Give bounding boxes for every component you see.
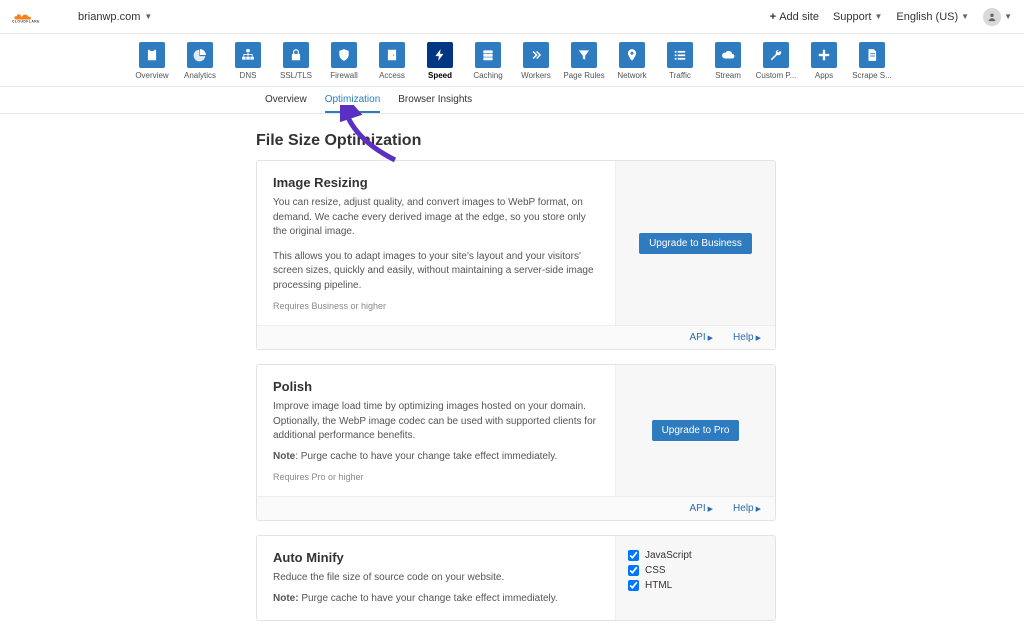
help-link[interactable]: Help▶: [733, 332, 761, 343]
nav-traffic[interactable]: Traffic: [659, 42, 701, 80]
db-icon: [475, 42, 501, 68]
shield-icon: [331, 42, 357, 68]
requires-label: Requires Business or higher: [273, 301, 599, 311]
nav-label: Workers: [515, 71, 557, 80]
nav-label: Firewall: [323, 71, 365, 80]
page-title: File Size Optimization: [256, 132, 776, 150]
triangle-right-icon: ▶: [708, 334, 713, 342]
card-title: Image Resizing: [273, 175, 599, 190]
nav-label: Access: [371, 71, 413, 80]
door-icon: [379, 42, 405, 68]
card-auto-minify: Auto Minify Reduce the file size of sour…: [256, 535, 776, 621]
lock-icon: [283, 42, 309, 68]
chevron-down-icon: ▼: [144, 12, 152, 21]
nav-label: DNS: [227, 71, 269, 80]
card-image-resizing: Image Resizing You can resize, adjust qu…: [256, 160, 776, 350]
nav-label: Stream: [707, 71, 749, 80]
help-link[interactable]: Help▶: [733, 503, 761, 514]
support-label: Support: [833, 11, 872, 23]
nav-stream[interactable]: Stream: [707, 42, 749, 80]
svg-text:CLOUDFLARE: CLOUDFLARE: [12, 20, 40, 24]
nav-dns[interactable]: DNS: [227, 42, 269, 80]
page-icon: [859, 42, 885, 68]
minify-css-checkbox[interactable]: CSS: [628, 565, 666, 576]
nav-label: Overview: [131, 71, 173, 80]
card-title: Polish: [273, 379, 599, 394]
card-polish: Polish Improve image load time by optimi…: [256, 364, 776, 521]
avatar-icon: [983, 8, 1001, 26]
cloud-icon: [715, 42, 741, 68]
site-name: brianwp.com: [78, 11, 140, 23]
tab-browser-insights[interactable]: Browser Insights: [398, 87, 472, 113]
upgrade-to-pro-button[interactable]: Upgrade to Pro: [652, 420, 740, 441]
chevron-down-icon: ▼: [874, 12, 882, 21]
bolt-icon: [427, 42, 453, 68]
nav-label: Analytics: [179, 71, 221, 80]
minify-js-checkbox[interactable]: JavaScript: [628, 550, 692, 561]
nav-network[interactable]: Network: [611, 42, 653, 80]
funnel-icon: [571, 42, 597, 68]
clipboard-icon: [139, 42, 165, 68]
minify-html-checkbox[interactable]: HTML: [628, 580, 672, 591]
nav-caching[interactable]: Caching: [467, 42, 509, 80]
card-description: Reduce the file size of source code on y…: [273, 571, 599, 586]
add-site-label: Add site: [779, 11, 819, 23]
nav-label: Custom P...: [755, 71, 797, 80]
nav-label: SSL/TLS: [275, 71, 317, 80]
nav-label: Caching: [467, 71, 509, 80]
wrench-icon: [763, 42, 789, 68]
triangle-right-icon: ▶: [756, 334, 761, 342]
nav-overview[interactable]: Overview: [131, 42, 173, 80]
nav-label: Traffic: [659, 71, 701, 80]
note: Note: Purge cache to have your change ta…: [273, 450, 599, 465]
nav-label: Network: [611, 71, 653, 80]
card-description: This allows you to adapt images to your …: [273, 250, 599, 294]
chevron-down-icon: ▼: [1004, 12, 1012, 21]
chevron-down-icon: ▼: [961, 12, 969, 21]
nav-scrape-s-[interactable]: Scrape S...: [851, 42, 893, 80]
requires-label: Requires Pro or higher: [273, 472, 599, 482]
pin-icon: [619, 42, 645, 68]
nav-analytics[interactable]: Analytics: [179, 42, 221, 80]
nav-label: Scrape S...: [851, 71, 893, 80]
language-menu[interactable]: English (US) ▼: [896, 11, 969, 23]
triangle-right-icon: ▶: [708, 505, 713, 513]
main-nav: Overview Analytics DNS SSL/TLS Firewall Acces…: [0, 34, 1024, 87]
list-icon: [667, 42, 693, 68]
card-description: You can resize, adjust quality, and conv…: [273, 196, 599, 240]
nav-label: Page Rules: [563, 71, 605, 80]
nav-speed[interactable]: Speed: [419, 42, 461, 80]
account-menu[interactable]: ▼: [983, 8, 1012, 26]
pie-icon: [187, 42, 213, 68]
card-description: Improve image load time by optimizing im…: [273, 400, 599, 444]
nav-custom-p-[interactable]: Custom P...: [755, 42, 797, 80]
plus-icon: [811, 42, 837, 68]
nav-ssl-tls[interactable]: SSL/TLS: [275, 42, 317, 80]
site-selector[interactable]: brianwp.com ▼: [78, 11, 152, 23]
nav-apps[interactable]: Apps: [803, 42, 845, 80]
language-label: English (US): [896, 11, 958, 23]
chevrons-icon: [523, 42, 549, 68]
tab-optimization[interactable]: Optimization: [325, 87, 381, 113]
plus-icon: +: [770, 11, 776, 23]
upgrade-to-business-button[interactable]: Upgrade to Business: [639, 233, 752, 254]
nav-access[interactable]: Access: [371, 42, 413, 80]
card-title: Auto Minify: [273, 550, 599, 565]
nav-label: Speed: [419, 71, 461, 80]
cloudflare-logo[interactable]: CLOUDFLARE: [12, 9, 60, 23]
api-link[interactable]: API▶: [690, 503, 714, 514]
nav-page-rules[interactable]: Page Rules: [563, 42, 605, 80]
note: Note: Purge cache to have your change ta…: [273, 592, 599, 607]
support-menu[interactable]: Support ▼: [833, 11, 882, 23]
nav-firewall[interactable]: Firewall: [323, 42, 365, 80]
tab-overview[interactable]: Overview: [265, 87, 307, 113]
triangle-right-icon: ▶: [756, 505, 761, 513]
nav-label: Apps: [803, 71, 845, 80]
tree-icon: [235, 42, 261, 68]
add-site-link[interactable]: + Add site: [770, 11, 819, 23]
api-link[interactable]: API▶: [690, 332, 714, 343]
nav-workers[interactable]: Workers: [515, 42, 557, 80]
